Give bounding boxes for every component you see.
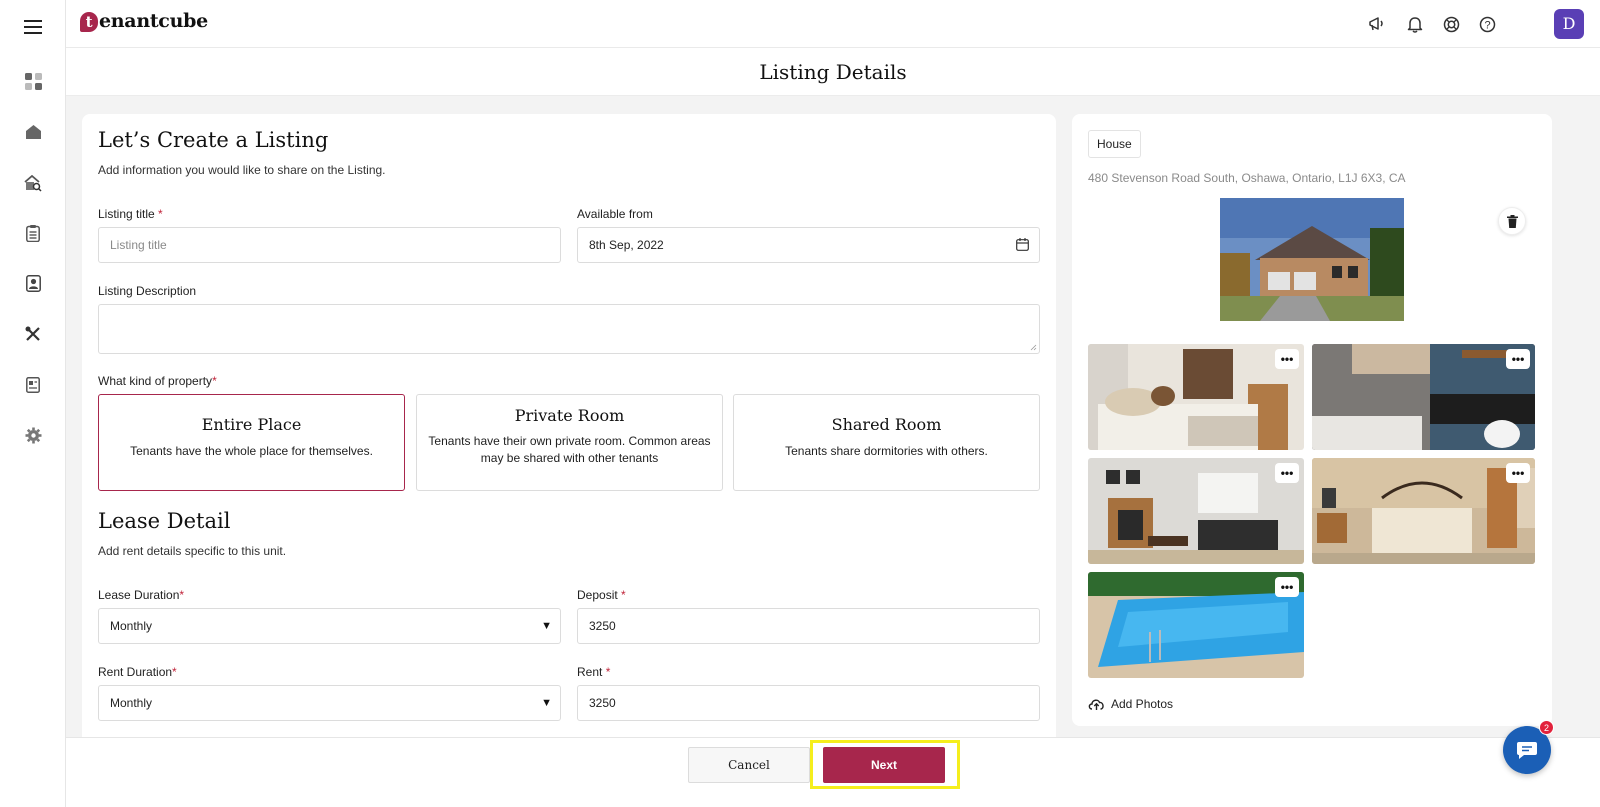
- property-kind-label-text: What kind of property: [98, 374, 213, 388]
- rent-duration-select[interactable]: Monthly ▼: [98, 685, 561, 721]
- megaphone-icon[interactable]: [1366, 13, 1388, 35]
- clipboard-list-icon[interactable]: [18, 218, 48, 248]
- lease-duration-label: Lease Duration*: [98, 588, 184, 602]
- listing-title-label: Listing title *: [98, 207, 163, 221]
- resize-handle-icon[interactable]: [1030, 344, 1037, 351]
- property-summary-card: House 480 Stevenson Road South, Oshawa, …: [1072, 114, 1552, 726]
- tools-icon[interactable]: [18, 319, 48, 349]
- property-address: 480 Stevenson Road South, Oshawa, Ontari…: [1088, 171, 1406, 185]
- dropdown-caret-icon: ▼: [541, 620, 552, 632]
- property-type-title: Private Room: [514, 406, 625, 425]
- rent-duration-value: Monthly: [110, 696, 153, 710]
- cancel-button[interactable]: Cancel: [688, 747, 810, 783]
- rent-input[interactable]: 3250: [577, 685, 1040, 721]
- property-type-description: Tenants have their own private room. Com…: [428, 434, 711, 465]
- help-icon[interactable]: ?: [1476, 13, 1498, 35]
- user-avatar[interactable]: D: [1554, 9, 1584, 39]
- listing-heading: Let’s Create a Listing: [98, 128, 329, 152]
- chat-notification-badge: 2: [1539, 720, 1554, 735]
- listing-description-textarea[interactable]: [98, 304, 1040, 354]
- home-icon[interactable]: [18, 117, 48, 147]
- rent-duration-label-text: Rent Duration: [98, 665, 173, 679]
- tenantcube-logo[interactable]: t enantcube: [80, 10, 208, 32]
- property-search-icon[interactable]: [18, 168, 48, 198]
- photo-more-options-button[interactable]: •••: [1275, 577, 1299, 597]
- photo-bedroom[interactable]: •••: [1088, 344, 1304, 450]
- rent-value: 3250: [589, 696, 616, 710]
- top-bar: t enantcube ? D: [66, 0, 1600, 48]
- cloud-upload-icon: [1088, 699, 1104, 710]
- required-asterisk: *: [605, 665, 611, 679]
- dropdown-caret-icon: ▼: [541, 697, 552, 709]
- menu-icon[interactable]: [18, 12, 48, 42]
- rent-label: Rent *: [577, 665, 610, 679]
- page-header: Listing Details: [66, 48, 1600, 96]
- required-asterisk: *: [179, 588, 185, 602]
- cover-photo-house[interactable]: [1220, 198, 1404, 321]
- bell-icon[interactable]: [1404, 13, 1426, 35]
- listing-subheading: Add information you would like to share …: [98, 163, 386, 177]
- lease-duration-label-text: Lease Duration: [98, 588, 180, 602]
- rent-duration-label: Rent Duration*: [98, 665, 177, 679]
- deposit-input[interactable]: 3250: [577, 608, 1040, 644]
- calendar-icon[interactable]: [1016, 238, 1029, 254]
- listing-description-label: Listing Description: [98, 284, 197, 298]
- property-type-description: Tenants have the whole place for themsel…: [130, 444, 373, 458]
- support-lifebuoy-icon[interactable]: [1440, 13, 1462, 35]
- required-asterisk: *: [172, 665, 177, 679]
- chat-bubble-icon: [1517, 742, 1537, 759]
- photo-more-options-button[interactable]: •••: [1275, 349, 1299, 369]
- photo-more-options-button[interactable]: •••: [1506, 463, 1530, 483]
- photo-master-bedroom[interactable]: •••: [1312, 458, 1535, 564]
- form-footer: Cancel Next: [66, 737, 1600, 807]
- sidebar: [0, 0, 66, 807]
- property-type-private-room[interactable]: Private Room Tenants have their own priv…: [416, 394, 723, 491]
- tenant-contact-icon[interactable]: [18, 268, 48, 298]
- photo-living-room[interactable]: •••: [1088, 458, 1304, 564]
- available-from-value: 8th Sep, 2022: [589, 238, 664, 252]
- property-type-description: Tenants share dormitories with others.: [785, 444, 988, 458]
- trash-icon: [1506, 214, 1518, 228]
- deposit-label-text: Deposit: [577, 588, 618, 602]
- required-asterisk: *: [158, 207, 163, 221]
- available-from-date-input[interactable]: 8th Sep, 2022: [577, 227, 1040, 263]
- property-type-title: Entire Place: [201, 415, 302, 434]
- logo-text: enantcube: [99, 10, 208, 32]
- photo-pool[interactable]: •••: [1088, 572, 1304, 678]
- listing-form-card: Let’s Create a Listing Add information y…: [82, 114, 1056, 754]
- add-photos-button[interactable]: Add Photos: [1088, 697, 1173, 711]
- logo-letter: t: [80, 12, 98, 32]
- lease-heading: Lease Detail: [98, 509, 231, 533]
- property-type-title: Shared Room: [831, 415, 942, 434]
- deposit-value: 3250: [589, 619, 616, 633]
- listing-title-input[interactable]: Listing title: [98, 227, 561, 263]
- photo-more-options-button[interactable]: •••: [1275, 463, 1299, 483]
- lease-subheading: Add rent details specific to this unit.: [98, 544, 287, 558]
- property-type-entire-place[interactable]: Entire Place Tenants have the whole plac…: [98, 394, 405, 491]
- required-asterisk: *: [212, 374, 217, 388]
- page-title: Listing Details: [759, 60, 907, 84]
- listing-title-label-text: Listing title: [98, 207, 155, 221]
- property-kind-label: What kind of property*: [98, 374, 217, 388]
- svg-text:?: ?: [1484, 19, 1490, 31]
- required-asterisk: *: [621, 588, 626, 602]
- rent-label-text: Rent: [577, 665, 603, 679]
- deposit-label: Deposit *: [577, 588, 626, 602]
- delete-photo-button[interactable]: [1498, 207, 1526, 235]
- available-from-label: Available from: [577, 207, 653, 221]
- settings-gear-icon[interactable]: [18, 420, 48, 450]
- dashboard-icon[interactable]: [18, 66, 48, 96]
- listing-title-placeholder: Listing title: [110, 238, 167, 252]
- photo-bathroom[interactable]: •••: [1312, 344, 1535, 450]
- document-icon[interactable]: [18, 370, 48, 400]
- lease-duration-value: Monthly: [110, 619, 153, 633]
- add-photos-label: Add Photos: [1111, 697, 1174, 711]
- property-type-shared-room[interactable]: Shared Room Tenants share dormitories wi…: [733, 394, 1040, 491]
- next-button[interactable]: Next: [823, 747, 945, 783]
- photo-more-options-button[interactable]: •••: [1506, 349, 1530, 369]
- lease-duration-select[interactable]: Monthly ▼: [98, 608, 561, 644]
- property-type-tag: House: [1088, 130, 1141, 158]
